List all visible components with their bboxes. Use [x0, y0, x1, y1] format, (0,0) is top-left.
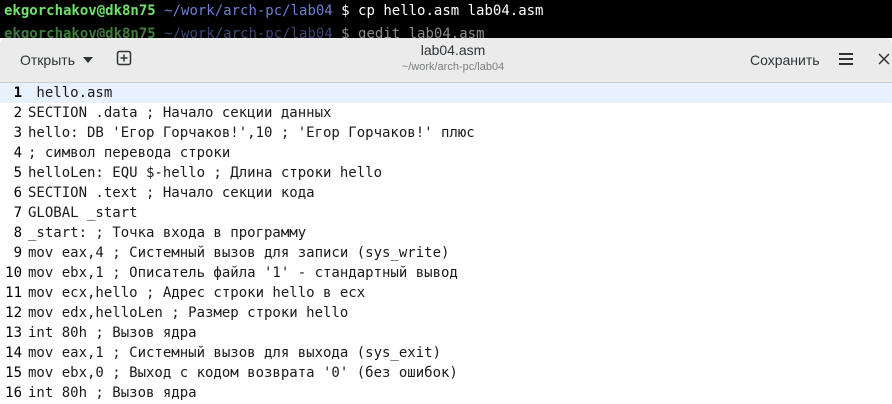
line-number: 13: [5, 325, 22, 341]
save-button[interactable]: Сохранить: [742, 46, 828, 74]
code-text[interactable]: helloLen: EQU $-hello ; Длина строки hel…: [28, 163, 382, 183]
chevron-down-icon: [82, 57, 93, 63]
header-bar: Открыть lab04.asm ~/work/arch-pc/lab04 С…: [0, 38, 892, 83]
window-title: lab04.asm: [420, 42, 486, 58]
window-title-block: lab04.asm ~/work/arch-pc/lab04: [300, 41, 606, 75]
code-text[interactable]: _start: ; Точка входа в программу: [28, 223, 306, 243]
editor-line[interactable]: 9 mov eax,4 ; Системный вызов для записи …: [0, 243, 892, 263]
line-number: 9: [13, 245, 22, 261]
code-text[interactable]: mov eax,1 ; Системный вызов для выхода (…: [28, 343, 441, 363]
editor-line[interactable]: 15 mov ebx,0 ; Выход с кодом возврата '0'…: [0, 363, 892, 383]
close-icon[interactable]: [877, 52, 891, 66]
editor-line[interactable]: 16 int 80h ; Вызов ядра: [0, 383, 892, 403]
line-number: 8: [13, 225, 22, 241]
new-tab-icon[interactable]: [116, 50, 132, 66]
line-number: 16: [5, 385, 22, 401]
editor-line[interactable]: 7 GLOBAL _start: [0, 203, 892, 223]
editor-line[interactable]: 10 mov ebx,1 ; Описатель файла '1' - стан…: [0, 263, 892, 283]
code-text[interactable]: SECTION .text ; Начало секции кода: [28, 183, 315, 203]
code-text[interactable]: SECTION .data ; Начало секции данных: [28, 103, 331, 123]
editor-line[interactable]: 14 mov eax,1 ; Системный вызов для выхода…: [0, 343, 892, 363]
line-number: 11: [5, 285, 22, 301]
terminal-line: ekgorchakov@dk8n75 ~/work/arch-pc/lab04 …: [4, 0, 543, 22]
line-number: 15: [5, 365, 22, 381]
code-text[interactable]: GLOBAL _start: [28, 203, 138, 223]
editor-line[interactable]: 2 SECTION .data ; Начало секции данных: [0, 103, 892, 123]
code-text[interactable]: mov ecx,hello ; Адрес строки hello в ecx: [28, 283, 365, 303]
editor-line[interactable]: 12 mov edx,helloLen ; Размер строки hello: [0, 303, 892, 323]
line-number: 2: [13, 105, 22, 121]
line-number: 1: [13, 85, 22, 101]
line-number: 6: [13, 185, 22, 201]
editor-line[interactable]: 1 hello.asm: [0, 83, 892, 103]
line-number: 10: [5, 265, 22, 281]
editor-line[interactable]: 6 SECTION .text ; Начало секции кода: [0, 183, 892, 203]
line-number: 3: [13, 125, 22, 141]
editor-line[interactable]: 5 helloLen: EQU $-hello ; Длина строки he…: [0, 163, 892, 183]
code-text[interactable]: ; символ перевода строки: [28, 143, 230, 163]
line-number: 4: [13, 145, 22, 161]
terminal-user: ekgorchakov@dk8n75: [4, 3, 156, 19]
text-editor[interactable]: 1 hello.asm 2 SECTION .data ; Начало секци…: [0, 83, 892, 404]
code-text[interactable]: hello: DB 'Егор Горчаков!',10 ; 'Егор Го…: [28, 123, 475, 143]
editor-line[interactable]: 13 int 80h ; Вызов ядра: [0, 323, 892, 343]
terminal-prompt-symbol: $: [341, 3, 350, 19]
editor-line[interactable]: 4 ; символ перевода строки: [0, 143, 892, 163]
terminal-command: cp hello.asm lab04.asm: [358, 3, 544, 19]
code-text[interactable]: int 80h ; Вызов ядра: [28, 323, 197, 343]
gedit-window: Открыть lab04.asm ~/work/arch-pc/lab04 С…: [0, 38, 892, 404]
editor-line[interactable]: 11 mov ecx,hello ; Адрес строки hello в e…: [0, 283, 892, 303]
terminal-path: ~/work/arch-pc/lab04: [164, 3, 333, 19]
window-subtitle: ~/work/arch-pc/lab04: [401, 61, 505, 73]
line-number: 12: [5, 305, 22, 321]
code-text[interactable]: hello.asm: [28, 83, 112, 103]
code-text[interactable]: mov ebx,1 ; Описатель файла '1' - станда…: [28, 263, 458, 283]
hamburger-menu-icon[interactable]: [838, 52, 854, 66]
code-text[interactable]: mov ebx,0 ; Выход с кодом возврата '0' (…: [28, 363, 458, 383]
open-button[interactable]: Открыть: [8, 46, 99, 74]
open-button-label: Открыть: [20, 52, 75, 68]
code-text[interactable]: mov edx,helloLen ; Размер строки hello: [28, 303, 348, 323]
line-number: 14: [5, 345, 22, 361]
line-number: 5: [13, 165, 22, 181]
editor-line[interactable]: 3 hello: DB 'Егор Горчаков!',10 ; 'Егор Г…: [0, 123, 892, 143]
code-text[interactable]: int 80h ; Вызов ядра: [28, 383, 197, 403]
line-number: 7: [13, 205, 22, 221]
code-text[interactable]: mov eax,4 ; Системный вызов для записи (…: [28, 243, 449, 263]
editor-line[interactable]: 8 _start: ; Точка входа в программу: [0, 223, 892, 243]
